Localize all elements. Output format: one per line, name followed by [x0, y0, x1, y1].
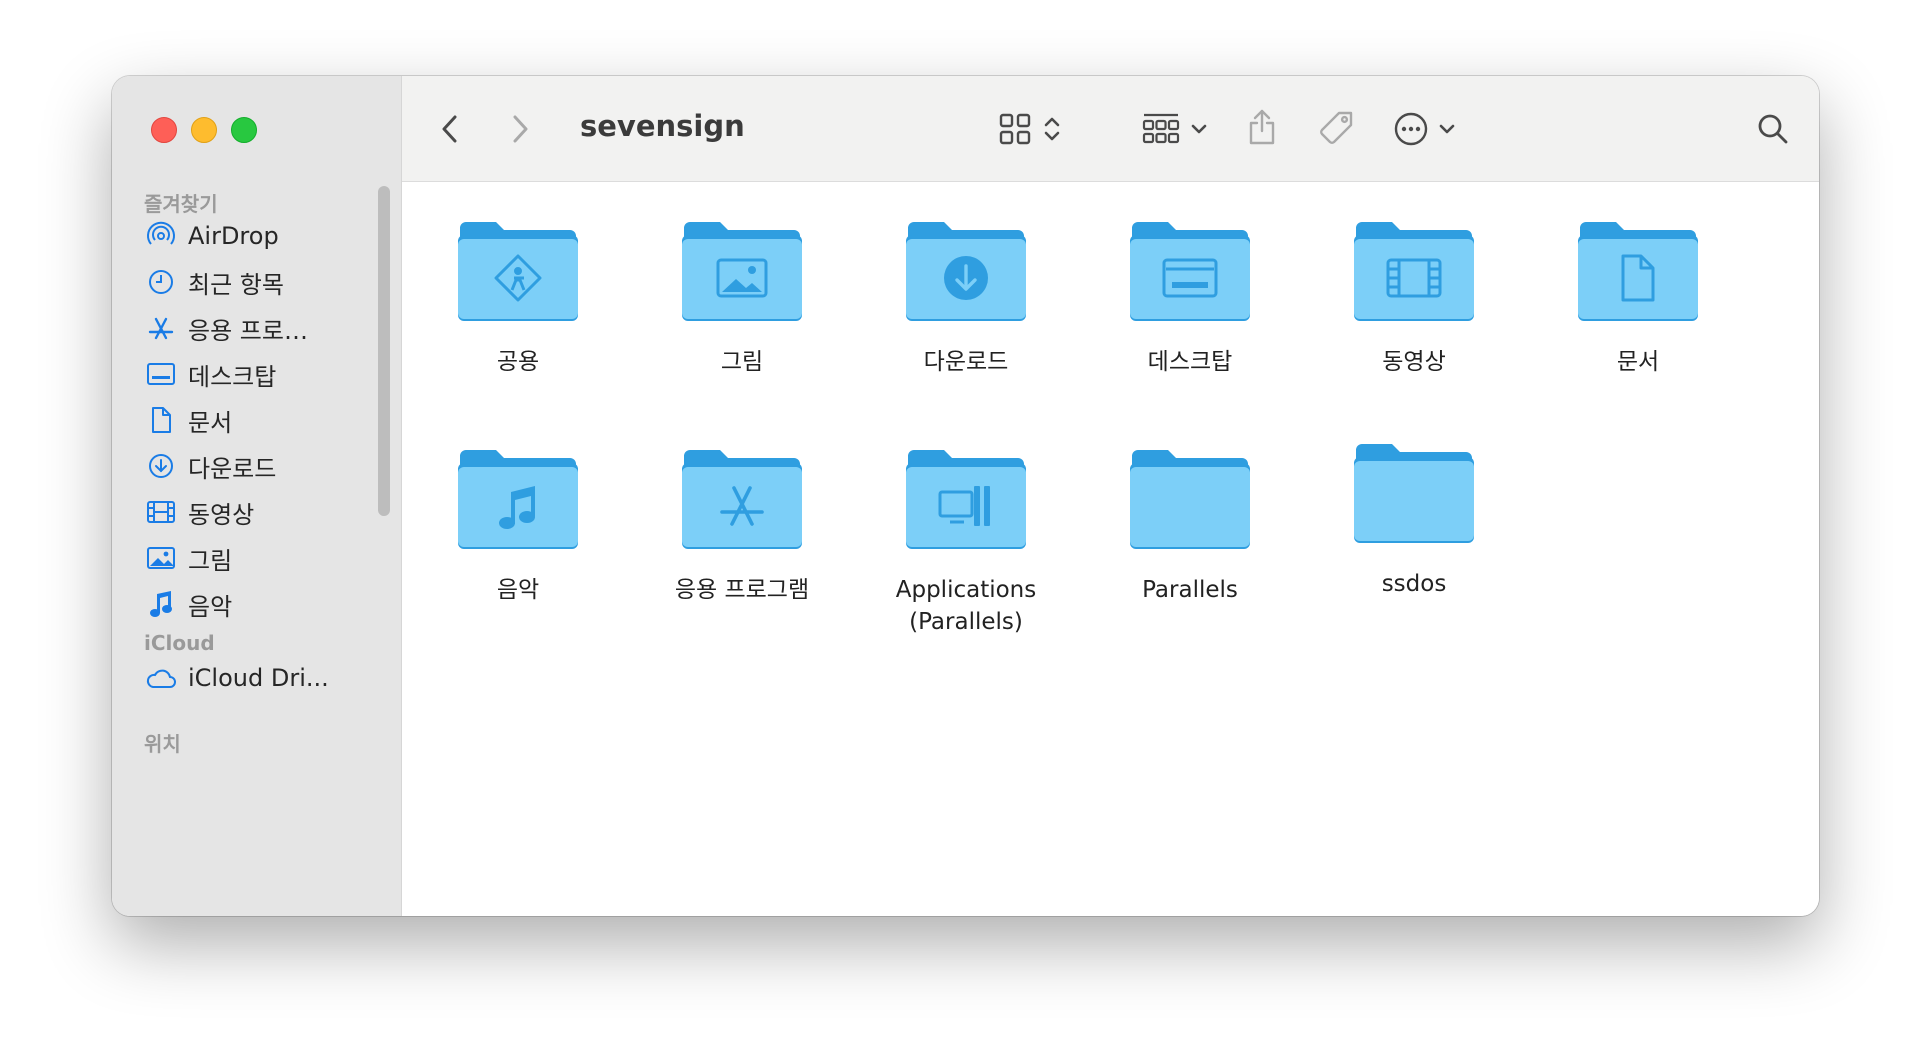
item-label: 문서 — [1616, 349, 1660, 375]
chevron-down-icon — [1191, 124, 1206, 134]
sidebar-section-icloud: iCloud — [144, 631, 215, 655]
more-actions-button[interactable] — [1384, 104, 1464, 154]
folder-item-applications-parallels[interactable]: Applications (Parallels) — [856, 448, 1076, 638]
folder-icon — [906, 450, 1026, 549]
folder-item-music[interactable]: 음악 — [408, 448, 628, 606]
item-label: 다운로드 — [923, 349, 1009, 375]
folder-icon — [458, 450, 578, 549]
group-icon — [1142, 113, 1179, 144]
item-label: 응용 프로그램 — [674, 577, 810, 603]
sidebar-item-pictures[interactable]: 그림 — [145, 536, 375, 580]
folder-icon — [1130, 222, 1250, 321]
chevron-down-icon — [1439, 124, 1454, 134]
grid-view-icon — [999, 113, 1031, 145]
sidebar-section-locations: 위치 — [144, 732, 181, 756]
folder-item-downloads[interactable]: 다운로드 — [856, 220, 1076, 378]
folder-item-public[interactable]: 공용 — [408, 220, 628, 378]
item-label: 음악 — [496, 577, 540, 603]
search-button[interactable] — [1751, 106, 1795, 152]
document-icon — [145, 404, 177, 436]
folder-icon — [682, 222, 802, 321]
folder-item-desktop[interactable]: 데스크탑 — [1080, 220, 1300, 378]
film-icon — [145, 496, 177, 528]
music-icon — [145, 588, 177, 620]
share-icon — [1249, 109, 1275, 145]
folder-icon — [1578, 222, 1698, 321]
download-badge-icon — [944, 256, 988, 300]
folder-item-pictures[interactable]: 그림 — [632, 220, 852, 378]
window-title: sevensign — [580, 109, 745, 143]
clock-icon — [145, 266, 177, 298]
sidebar-section-favorites: 즐겨찾기 — [144, 192, 218, 216]
sidebar: 즐겨찾기 AirDrop 최근 항목 응용 프로… 데스크탑 문서 다운로드 동… — [112, 76, 402, 916]
folder-item-movies[interactable]: 동영상 — [1304, 220, 1524, 378]
sidebar-item-label: iCloud Dri... — [188, 664, 329, 692]
tag-icon — [1320, 111, 1353, 144]
sidebar-item-recents[interactable]: 최근 항목 — [145, 260, 375, 304]
forward-button[interactable] — [502, 106, 538, 152]
photo-icon — [145, 542, 177, 574]
chevron-updown-icon — [1044, 117, 1060, 141]
sidebar-scrollbar[interactable] — [378, 186, 390, 516]
sidebar-item-label: 데스크탑 — [188, 362, 277, 391]
chevron-right-icon — [513, 115, 528, 143]
maximize-button[interactable] — [231, 117, 257, 143]
minimize-button[interactable] — [191, 117, 217, 143]
file-grid: 공용 그림 다운로드 데스크탑 동영상 문서 음악 응용 프로그램 Applic… — [402, 182, 1819, 916]
view-mode-button[interactable] — [990, 106, 1070, 152]
item-label: ssdos — [1381, 571, 1447, 597]
sidebar-item-label: 문서 — [188, 408, 233, 437]
sidebar-item-applications[interactable]: 응용 프로… — [145, 306, 375, 350]
folder-icon — [1354, 222, 1474, 321]
folder-item-documents[interactable]: 문서 — [1528, 220, 1748, 378]
item-label: 동영상 — [1382, 349, 1446, 375]
download-icon — [145, 450, 177, 482]
item-label: 공용 — [496, 349, 540, 375]
item-label: 그림 — [720, 349, 764, 375]
sidebar-item-label: 음악 — [188, 592, 233, 621]
sidebar-item-label: 최근 항목 — [188, 270, 284, 299]
applications-icon — [145, 312, 177, 344]
sidebar-item-label: 다운로드 — [188, 454, 277, 483]
sidebar-item-documents[interactable]: 문서 — [145, 398, 375, 442]
sidebar-item-label: 응용 프로… — [188, 316, 308, 345]
sidebar-item-music[interactable]: 음악 — [145, 582, 375, 626]
sidebar-item-desktop[interactable]: 데스크탑 — [145, 352, 375, 396]
ellipsis-circle-icon — [1394, 112, 1427, 146]
folder-icon — [458, 222, 578, 321]
folder-item-parallels[interactable]: Parallels — [1080, 448, 1300, 606]
group-button[interactable] — [1134, 106, 1214, 152]
folder-icon — [1354, 444, 1474, 543]
item-label: Parallels — [1142, 577, 1238, 603]
toolbar: sevensign — [402, 76, 1819, 182]
sidebar-item-airdrop[interactable]: AirDrop — [145, 214, 375, 258]
sidebar-item-label: 동영상 — [188, 500, 255, 529]
chevron-left-icon — [442, 115, 457, 143]
folder-icon — [682, 450, 802, 549]
back-button[interactable] — [432, 106, 468, 152]
share-button[interactable] — [1240, 102, 1284, 152]
sidebar-item-label: 그림 — [188, 546, 233, 575]
sidebar-item-label: AirDrop — [188, 222, 279, 250]
sidebar-item-icloud-drive[interactable]: iCloud Dri... — [145, 656, 375, 700]
folder-icon — [906, 222, 1026, 321]
airdrop-icon — [145, 220, 177, 252]
folder-item-applications[interactable]: 응용 프로그램 — [632, 448, 852, 606]
finder-window: 즐겨찾기 AirDrop 최근 항목 응용 프로… 데스크탑 문서 다운로드 동… — [112, 76, 1819, 916]
item-label: Applications (Parallels) — [895, 577, 1037, 635]
sidebar-item-movies[interactable]: 동영상 — [145, 490, 375, 534]
folder-icon — [1130, 450, 1250, 549]
desktop-icon — [145, 358, 177, 390]
search-icon — [1758, 114, 1788, 144]
item-label: 데스크탑 — [1147, 349, 1233, 375]
tag-button[interactable] — [1312, 104, 1362, 154]
cloud-icon — [145, 662, 177, 694]
folder-item-ssdos[interactable]: ssdos — [1304, 442, 1524, 600]
close-button[interactable] — [151, 117, 177, 143]
sidebar-item-downloads[interactable]: 다운로드 — [145, 444, 375, 488]
